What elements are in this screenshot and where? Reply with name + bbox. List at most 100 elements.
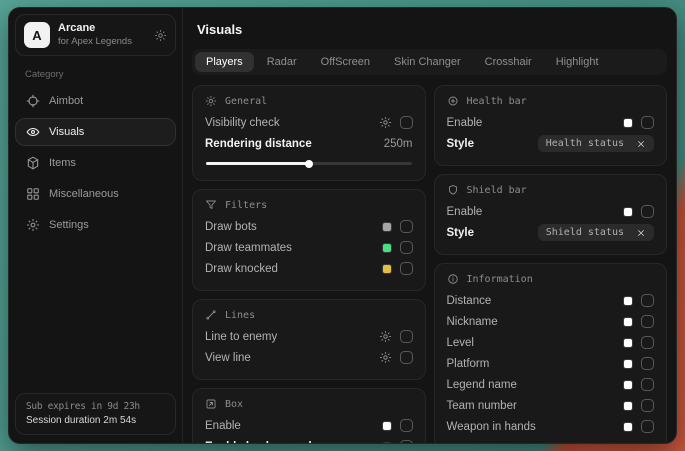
- card-information-header: Information: [447, 273, 655, 285]
- tab-players[interactable]: Players: [195, 52, 254, 72]
- color-swatch[interactable]: [623, 317, 633, 327]
- gear-icon[interactable]: [154, 29, 167, 42]
- subscription-card: Sub expires in 9d 23h Session duration 2…: [15, 393, 176, 435]
- distance-checkbox[interactable]: [641, 294, 654, 307]
- sidebar-item-items[interactable]: Items: [15, 149, 176, 177]
- draw-teammates-checkbox[interactable]: [400, 241, 413, 254]
- card-title: Health bar: [467, 96, 527, 107]
- sidebar-item-label: Visuals: [49, 126, 84, 138]
- setting-label: Platform: [447, 358, 490, 370]
- level-checkbox[interactable]: [641, 336, 654, 349]
- legend-name-checkbox[interactable]: [641, 378, 654, 391]
- card-information: Information Distance Nickname Level: [434, 263, 668, 443]
- setting-row-shield-enable: Enable: [447, 201, 655, 222]
- gear-icon[interactable]: [379, 351, 392, 364]
- weapon-in-hands-checkbox[interactable]: [641, 420, 654, 433]
- gear-icon[interactable]: [379, 330, 392, 343]
- shield-enable-checkbox[interactable]: [641, 205, 654, 218]
- setting-row-nickname: Nickname: [447, 311, 655, 332]
- setting-row-draw-knocked: Draw knocked: [205, 258, 413, 279]
- color-swatch[interactable]: [382, 222, 392, 232]
- color-swatch[interactable]: [623, 401, 633, 411]
- right-column: Health bar Enable Style Health status: [434, 85, 668, 443]
- eye-icon: [26, 125, 40, 139]
- slider-thumb[interactable]: [305, 160, 313, 168]
- tab-crosshair[interactable]: Crosshair: [474, 52, 543, 72]
- setting-row-team-number: Team number: [447, 395, 655, 416]
- sidebar-item-aimbot[interactable]: Aimbot: [15, 87, 176, 115]
- color-swatch[interactable]: [623, 359, 633, 369]
- nickname-checkbox[interactable]: [641, 315, 654, 328]
- setting-row-health-enable: Enable: [447, 112, 655, 133]
- card-lines: Lines Line to enemy View line: [192, 299, 426, 380]
- sidebar-item-settings[interactable]: Settings: [15, 211, 176, 239]
- color-swatch[interactable]: [623, 422, 633, 432]
- color-swatch[interactable]: [623, 338, 633, 348]
- tab-offscreen[interactable]: OffScreen: [310, 52, 381, 72]
- setting-label: Team number: [447, 400, 517, 412]
- setting-label: Enable: [447, 117, 483, 129]
- color-swatch[interactable]: [623, 118, 633, 128]
- card-title: Lines: [225, 310, 255, 321]
- health-style-select[interactable]: Health status: [538, 135, 654, 152]
- color-swatch[interactable]: [382, 421, 392, 431]
- box-enable-checkbox[interactable]: [400, 419, 413, 432]
- sidebar-item-visuals[interactable]: Visuals: [15, 118, 176, 146]
- tab-skin-changer[interactable]: Skin Changer: [383, 52, 472, 72]
- setting-row-level: Level: [447, 332, 655, 353]
- color-swatch[interactable]: [623, 207, 633, 217]
- gear-icon[interactable]: [379, 116, 392, 129]
- tab-radar[interactable]: Radar: [256, 52, 308, 72]
- team-number-checkbox[interactable]: [641, 399, 654, 412]
- close-icon[interactable]: [636, 228, 646, 238]
- card-health-bar-header: Health bar: [447, 95, 655, 107]
- close-icon[interactable]: [636, 139, 646, 149]
- draw-bots-checkbox[interactable]: [400, 220, 413, 233]
- sub-expiry-text: Sub expires in 9d 23h: [26, 401, 165, 412]
- card-filters-header: Filters: [205, 199, 413, 211]
- card-title: Filters: [225, 200, 267, 211]
- card-lines-header: Lines: [205, 309, 413, 321]
- app-name: Arcane: [58, 22, 132, 36]
- color-swatch[interactable]: [382, 264, 392, 274]
- setting-label: Visibility check: [205, 117, 280, 129]
- selected-option: Shield status: [546, 227, 624, 238]
- color-swatch[interactable]: [623, 296, 633, 306]
- draw-knocked-checkbox[interactable]: [400, 262, 413, 275]
- color-swatch[interactable]: [382, 442, 392, 444]
- platform-checkbox[interactable]: [641, 357, 654, 370]
- card-title: Information: [467, 274, 533, 285]
- box-enable-background-checkbox[interactable]: [400, 440, 413, 443]
- page-title: Visuals: [197, 22, 662, 37]
- slider-fill: [206, 162, 309, 165]
- setting-row-platform: Platform: [447, 353, 655, 374]
- sidebar-item-miscellaneous[interactable]: Miscellaneous: [15, 180, 176, 208]
- sidebar-item-label: Aimbot: [49, 95, 83, 107]
- shield-style-select[interactable]: Shield status: [538, 224, 654, 241]
- line-to-enemy-checkbox[interactable]: [400, 330, 413, 343]
- setting-row-distance: Distance: [447, 290, 655, 311]
- app-title-block: Arcane for Apex Legends: [58, 22, 132, 48]
- category-label: Category: [25, 69, 166, 80]
- visibility-check-checkbox[interactable]: [400, 116, 413, 129]
- tab-highlight[interactable]: Highlight: [545, 52, 610, 72]
- funnel-icon: [205, 199, 217, 211]
- color-swatch[interactable]: [623, 380, 633, 390]
- setting-row-draw-bots: Draw bots: [205, 216, 413, 237]
- setting-row-draw-teammates: Draw teammates: [205, 237, 413, 258]
- sidebar-item-label: Settings: [49, 219, 89, 231]
- line-icon: [205, 309, 217, 321]
- color-swatch[interactable]: [382, 243, 392, 253]
- main-panel: Visuals Players Radar OffScreen Skin Cha…: [183, 8, 676, 443]
- setting-label: Draw knocked: [205, 263, 278, 275]
- view-line-checkbox[interactable]: [400, 351, 413, 364]
- health-enable-checkbox[interactable]: [641, 116, 654, 129]
- setting-row-legend-name: Legend name: [447, 374, 655, 395]
- setting-label: Style: [447, 227, 475, 239]
- setting-label: Line to enemy: [205, 331, 277, 343]
- setting-row-view-line: View line: [205, 347, 413, 368]
- setting-label: Enable: [205, 420, 241, 432]
- card-title: Box: [225, 399, 243, 410]
- rendering-distance-slider[interactable]: [206, 162, 412, 165]
- package-icon: [26, 156, 40, 170]
